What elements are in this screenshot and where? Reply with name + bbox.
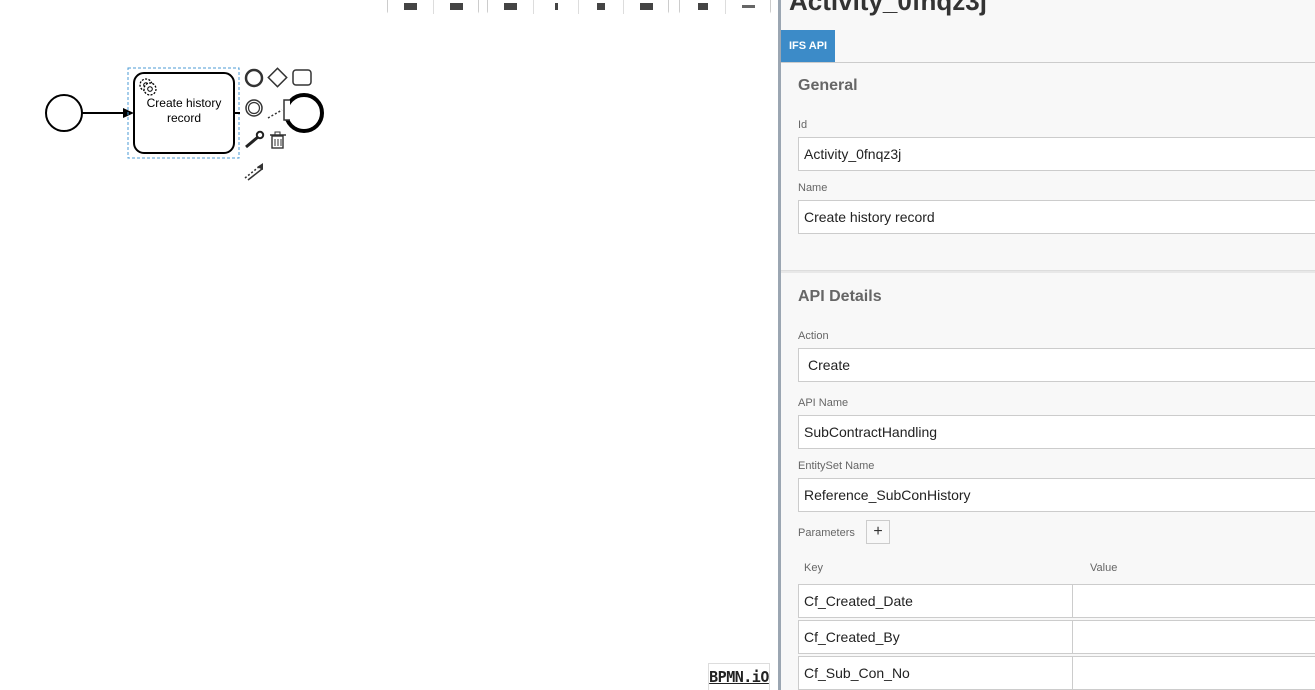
name-label: Name (798, 182, 828, 194)
parameter-key-input[interactable]: Cf_Created_By (798, 620, 1073, 654)
parameter-value-input[interactable] (1073, 584, 1315, 618)
group-header-api-details: API Details (798, 288, 882, 305)
id-label: Id (798, 119, 808, 131)
start-event[interactable] (45, 94, 83, 132)
table-row: Cf_Sub_Con_No (798, 656, 1315, 690)
add-parameter-button[interactable]: + (866, 520, 890, 544)
group-separator (781, 270, 1315, 273)
append-intermediate-event-icon[interactable] (245, 99, 263, 117)
table-row: Cf_Created_By (798, 620, 1315, 654)
parameter-value-input[interactable] (1073, 620, 1315, 654)
append-end-event-icon[interactable] (244, 68, 264, 88)
entityset-label: EntitySet Name (798, 460, 875, 472)
value-column-header: Value (1090, 562, 1118, 574)
append-gateway-icon[interactable] (267, 67, 288, 88)
key-column-header: Key (804, 562, 823, 574)
entityset-field[interactable]: Reference_SubConHistory (798, 478, 1315, 512)
panel-title: Activity_0fnqz3j (789, 0, 987, 16)
service-task-label: Create history record (146, 96, 222, 125)
parameter-value-input[interactable] (1073, 656, 1315, 690)
table-row: Cf_Created_Date (798, 584, 1315, 618)
trash-icon[interactable] (270, 131, 286, 149)
properties-panel: Activity_0fnqz3j IFS API General Id Acti… (778, 0, 1315, 690)
group-header-general: General (798, 77, 858, 94)
bpmn-io-logo[interactable]: BPMN.iO (708, 663, 770, 690)
api-name-field[interactable]: SubContractHandling (798, 415, 1315, 449)
parameter-key-input[interactable]: Cf_Sub_Con_No (798, 656, 1073, 690)
name-field[interactable]: Create history record (798, 200, 1315, 234)
wrench-icon[interactable] (245, 130, 265, 149)
connect-arrow-icon[interactable] (244, 163, 263, 181)
id-field[interactable]: Activity_0fnqz3j (798, 137, 1315, 171)
api-name-label: API Name (798, 397, 849, 409)
text-annotation-icon[interactable] (267, 99, 290, 121)
action-label: Action (798, 330, 829, 342)
action-select[interactable]: Create (798, 348, 1315, 382)
tab-ifs-api[interactable]: IFS API (781, 30, 836, 62)
parameters-label: Parameters (798, 527, 855, 539)
tab-strip-divider (781, 62, 1315, 63)
append-task-icon[interactable] (292, 69, 312, 86)
end-event[interactable] (284, 93, 324, 133)
diagram-canvas[interactable]: Create history record BPMN.iO (0, 0, 778, 690)
parameter-key-input[interactable]: Cf_Created_Date (798, 584, 1073, 618)
